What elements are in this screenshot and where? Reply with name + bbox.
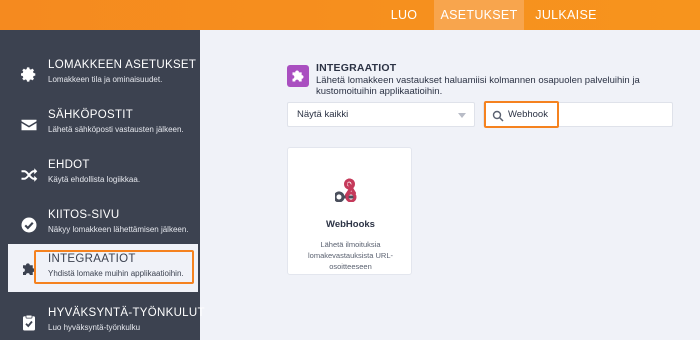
integration-card-description: Lähetä ilmoituksia lomakevastauksista UR…	[307, 240, 394, 271]
gear-icon	[20, 66, 38, 84]
search-highlight-box	[484, 101, 559, 128]
sidebar-item-form-settings[interactable]: LOMAKKEEN ASETUKSET Lomakkeen tila ja om…	[0, 50, 200, 100]
envelope-icon	[20, 116, 38, 134]
sidebar-item-description: Lähetä sähköposti vastausten jälkeen.	[48, 125, 184, 134]
sidebar-item-integrations[interactable]: INTEGRAATIOT Yhdistä lomake muihin appli…	[8, 244, 198, 292]
chevron-down-icon	[458, 113, 466, 118]
page-description: Lähetä lomakkeen vastaukset haluamiisi k…	[316, 75, 640, 97]
tab-settings[interactable]: ASETUKSET	[434, 0, 524, 30]
sidebar-item-description: Näkyy lomakkeen lähettämisen jälkeen.	[48, 225, 189, 234]
integration-card-name: WebHooks	[326, 219, 375, 230]
sidebar-item-emails[interactable]: SÄHKÖPOSTIT Lähetä sähköposti vastausten…	[0, 100, 200, 150]
sidebar-item-title: SÄHKÖPOSTIT	[48, 109, 134, 121]
page-title: INTEGRAATIOT	[316, 62, 397, 74]
sidebar-item-title: KIITOS-SIVU	[48, 209, 120, 221]
clipboard-check-icon	[20, 314, 38, 332]
settings-sidebar: LOMAKKEEN ASETUKSET Lomakkeen tila ja om…	[0, 30, 205, 340]
sidebar-item-title: INTEGRAATIOT	[48, 253, 136, 265]
top-navigation-bar: LUO ASETUKSET JULKAISE	[0, 0, 700, 30]
webhook-icon	[333, 176, 363, 203]
sidebar-item-approval-workflows[interactable]: HYVÄKSYNTÄ-TYÖNKULUT Luo hyväksyntä-työn…	[0, 298, 205, 340]
tab-publish[interactable]: JULKAISE	[530, 0, 602, 30]
sidebar-item-title: LOMAKKEEN ASETUKSET	[48, 59, 197, 71]
category-filter-select[interactable]: Näytä kaikki	[287, 102, 475, 127]
sidebar-item-conditions[interactable]: EHDOT Käytä ehdollista logiikkaa.	[0, 150, 200, 200]
shuffle-icon	[20, 166, 38, 184]
tab-create[interactable]: LUO	[374, 0, 434, 30]
sidebar-item-title: EHDOT	[48, 159, 90, 171]
sidebar-item-description: Käytä ehdollista logiikkaa.	[48, 175, 141, 184]
sidebar-item-description: Lomakkeen tila ja ominaisuudet.	[48, 75, 163, 84]
integration-card-webhooks[interactable]: WebHooks Lähetä ilmoituksia lomakevastau…	[287, 147, 412, 275]
sidebar-item-title: HYVÄKSYNTÄ-TYÖNKULUT	[48, 307, 205, 319]
check-circle-icon	[20, 216, 38, 234]
integrations-puzzle-icon	[287, 65, 309, 87]
sidebar-item-thank-you-page[interactable]: KIITOS-SIVU Näkyy lomakkeen lähettämisen…	[0, 200, 200, 250]
sidebar-item-description: Yhdistä lomake muihin applikaatioihin.	[48, 269, 184, 278]
filter-selected-value: Näytä kaikki	[297, 109, 349, 120]
sidebar-item-description: Luo hyväksyntä-työnkulku	[48, 323, 141, 332]
